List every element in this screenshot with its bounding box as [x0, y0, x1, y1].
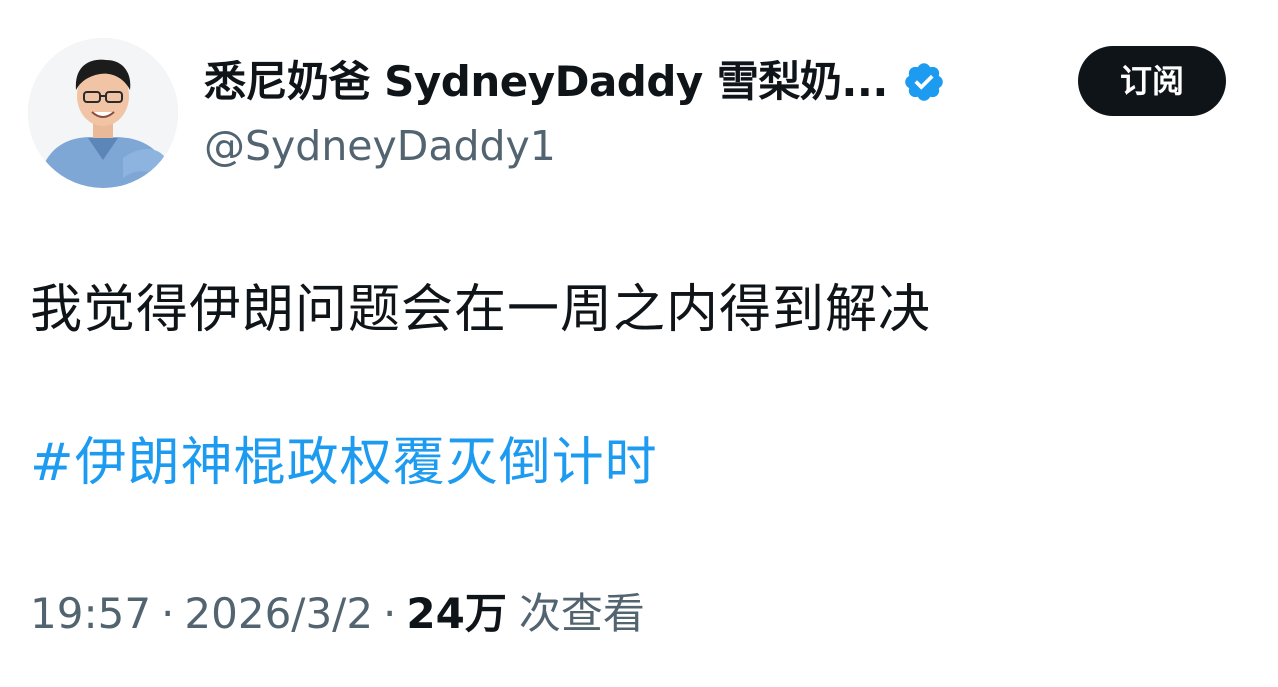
avatar[interactable] — [28, 38, 178, 188]
author-handle[interactable]: @SydneyDaddy1 — [204, 118, 556, 174]
verified-badge-icon — [902, 60, 946, 104]
meta-separator: · — [383, 589, 397, 638]
tweet-date[interactable]: 2026/3/2 — [184, 585, 373, 643]
avatar-photo-icon — [28, 38, 178, 188]
tweet-hashtag-link[interactable]: #伊朗神棍政权覆灭倒计时 — [30, 428, 658, 498]
author-name-row: 悉尼奶爸 SydneyDaddy 雪梨奶... — [204, 52, 946, 112]
tweet-text: 我觉得伊朗问题会在一周之内得到解决 — [30, 280, 932, 340]
tweet-meta: 19:57 · 2026/3/2 · 24万 次查看 — [30, 585, 645, 643]
author-display-name[interactable]: 悉尼奶爸 SydneyDaddy 雪梨奶... — [204, 52, 888, 112]
meta-separator: · — [161, 589, 175, 638]
tweet-time[interactable]: 19:57 — [30, 585, 151, 643]
subscribe-button[interactable]: 订阅 — [1078, 46, 1226, 116]
views-label: 次查看 — [518, 589, 645, 638]
tweet-card: 悉尼奶爸 SydneyDaddy 雪梨奶... @SydneyDaddy1 订阅… — [0, 0, 1278, 687]
views-count[interactable]: 24万 — [406, 585, 506, 643]
